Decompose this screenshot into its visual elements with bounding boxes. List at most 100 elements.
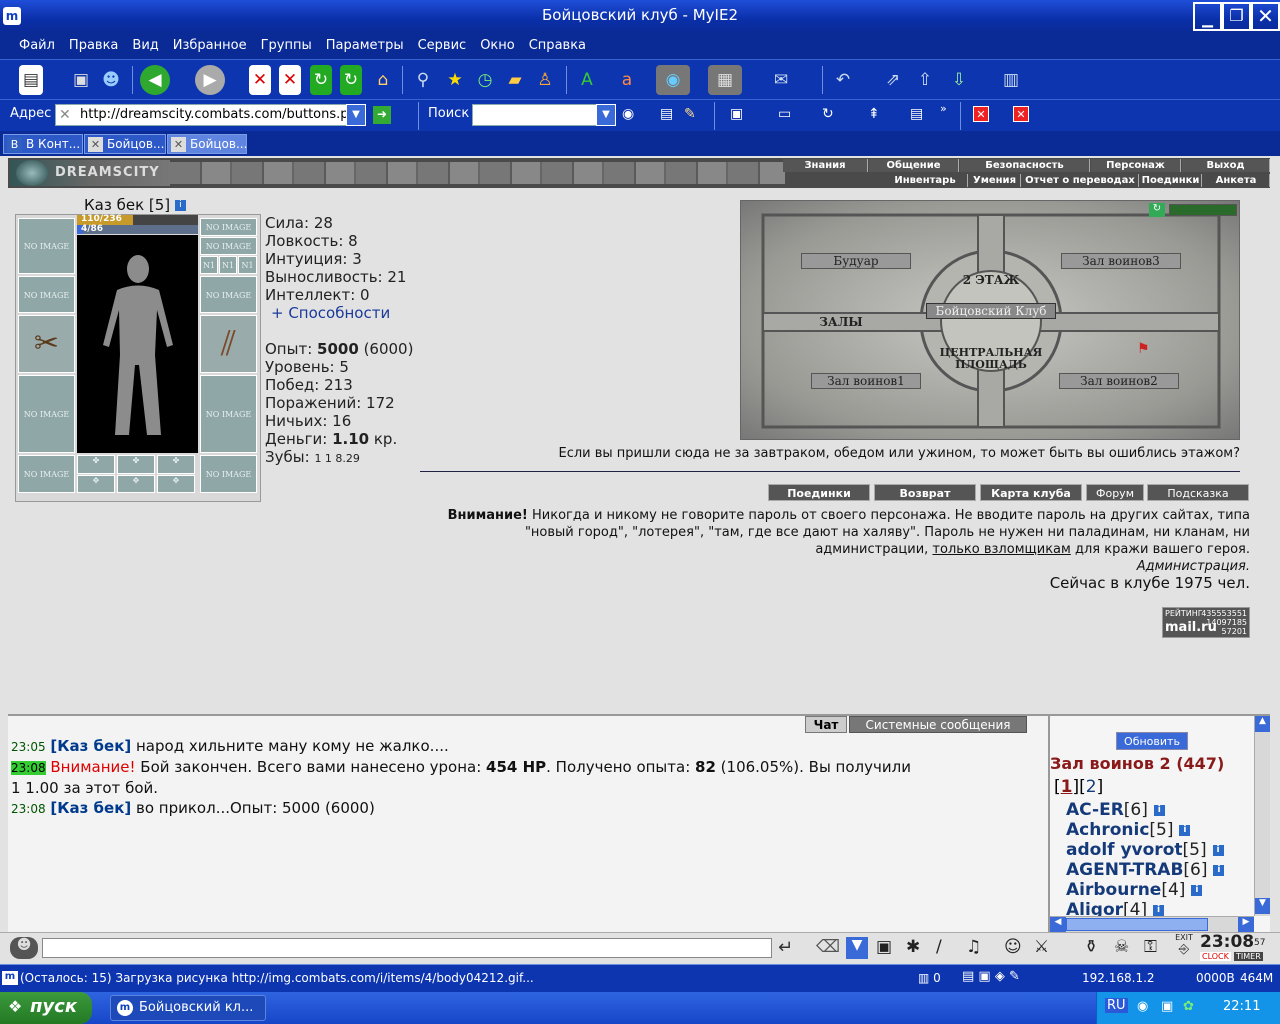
pants-slot[interactable]: NO IMAGE (200, 375, 257, 453)
clear-icon[interactable]: ⌫ (816, 937, 840, 957)
tray-flower-icon[interactable]: ✿ (1183, 999, 1194, 1014)
hp-potion-icon[interactable]: ⚱ (1084, 937, 1098, 957)
small-slot-1[interactable]: N1 (200, 256, 218, 274)
room-fight-club[interactable]: Бойцовский Клуб (926, 303, 1056, 319)
info-icon[interactable]: i (1179, 824, 1191, 836)
info-icon[interactable]: i (1213, 864, 1225, 876)
return-button[interactable]: Возврат (874, 484, 976, 501)
club-map-button[interactable]: Карта клуба (980, 484, 1082, 501)
rune-slot-1[interactable]: ✥ (77, 475, 115, 493)
close-all-icon[interactable]: ✕ (1013, 106, 1029, 122)
home-icon[interactable]: ⌂ (368, 65, 398, 95)
info-icon[interactable]: i (1212, 844, 1224, 856)
nav-transfers[interactable]: Отчет о переводах (1022, 174, 1139, 187)
menu-options[interactable]: Параметры (319, 33, 411, 53)
go-icon[interactable]: ➜ (373, 106, 391, 124)
room-boudoir[interactable]: Будуар (801, 253, 911, 269)
encoding-icon[interactable]: a (612, 65, 642, 95)
duels-button[interactable]: Поединки (768, 484, 870, 501)
earrings-slot[interactable]: NO IMAGE (200, 218, 257, 236)
scroll-right-icon[interactable]: ▶ (1238, 917, 1254, 932)
highlight-icon[interactable]: ▤ (660, 106, 673, 122)
ring-slot-1[interactable]: ✤ (77, 455, 115, 474)
proxy-icon[interactable]: ▦ (708, 65, 742, 95)
small-slot-2[interactable]: N1 (219, 256, 237, 274)
shield-slot[interactable]: ⫽ (200, 315, 257, 373)
user-item[interactable]: Airbourne[4] i (1066, 880, 1203, 900)
action-icon[interactable]: ✱ (906, 937, 920, 957)
menu-favorites[interactable]: Избранное (166, 33, 254, 53)
nav-communication[interactable]: Общение (869, 159, 959, 172)
send-icon[interactable]: ↵ (778, 937, 793, 958)
character-figure[interactable] (77, 235, 198, 453)
scroll-top-icon[interactable]: ⇞ (868, 106, 880, 122)
small-slot-3[interactable]: N1 (238, 256, 257, 274)
status-tools[interactable]: ▤ ▣ ◈ ✎ (962, 969, 1020, 984)
pen-icon[interactable]: ✎ (684, 106, 696, 122)
weapon-slot[interactable]: ✂ (18, 315, 75, 373)
refresh-all-icon[interactable]: ↻ (340, 65, 362, 95)
hint-button[interactable]: Подсказка (1147, 484, 1249, 501)
font-icon[interactable]: A (572, 65, 602, 95)
address-input[interactable]: ✕ http://dreamscity.combats.com/buttons.… (55, 104, 365, 126)
nav-character[interactable]: Персонаж (1091, 159, 1181, 172)
refresh-button[interactable]: Обновить (1116, 732, 1188, 750)
room-central-square[interactable]: ЦЕНТРАЛЬНАЯ ПЛОЩАДЬ (936, 347, 1046, 371)
taskbar-item-browser[interactable]: m Бойцовский кл... (110, 995, 266, 1021)
favorites-star-icon[interactable]: ★ (440, 65, 470, 95)
nav-security[interactable]: Безопасность (960, 159, 1090, 172)
user-item[interactable]: Achronic[5] i (1066, 820, 1191, 840)
necklace-slot[interactable]: NO IMAGE (18, 276, 75, 313)
mailru-counter[interactable]: РЕЙТИНГ mail.ru 435553551 14097185 57201 (1162, 607, 1250, 638)
undo-icon[interactable]: ↶ (828, 65, 858, 95)
start-button[interactable]: ❖ пуск (0, 992, 92, 1024)
scroll-down-icon[interactable]: ▼ (1255, 898, 1270, 914)
user-item[interactable]: adolf yvorot[5] i (1066, 840, 1224, 860)
menu-help[interactable]: Справка (522, 33, 593, 53)
vertical-scrollbar[interactable]: ▲ ▼ (1254, 716, 1270, 916)
menu-view[interactable]: Вид (125, 33, 165, 53)
download-icon[interactable]: ⇩ (944, 65, 974, 95)
mail-icon[interactable]: ✉ (766, 65, 796, 95)
helmet-slot[interactable]: NO IMAGE (18, 218, 75, 274)
layout-icon[interactable]: ▥ (996, 65, 1026, 95)
info-icon[interactable]: i (1153, 804, 1165, 816)
scroll-thumb[interactable] (1066, 918, 1208, 931)
menu-groups[interactable]: Группы (254, 33, 319, 53)
rune-slot-2[interactable]: ✥ (117, 475, 155, 493)
globe-icon[interactable]: ◉ (656, 65, 690, 95)
scroll-up-icon[interactable]: ▲ (1255, 716, 1270, 732)
hackers-link[interactable]: только взломщикам (932, 542, 1070, 557)
nav-inventory[interactable]: Инвентарь (883, 174, 968, 187)
tab-combats-1[interactable]: ✕ Бойцов... (84, 134, 166, 154)
back-icon[interactable]: ◀ (140, 65, 170, 95)
maximize-button[interactable]: ❐ (1222, 2, 1251, 31)
info-icon[interactable]: i (174, 200, 186, 211)
clan-icon[interactable]: ⚔ (1034, 937, 1049, 957)
search-icon[interactable]: ⚲ (408, 65, 438, 95)
menu-window[interactable]: Окно (473, 33, 522, 53)
search-dropdown[interactable]: ▼ (596, 104, 616, 126)
address-dropdown[interactable]: ▼ (346, 104, 366, 126)
character-name[interactable]: Каз бек (84, 196, 144, 214)
save-chat-icon[interactable]: ▣ (876, 937, 892, 957)
language-indicator[interactable]: RU (1105, 998, 1128, 1013)
sound-icon[interactable]: ♫ (966, 937, 981, 957)
nav-duels[interactable]: Поединки (1140, 174, 1202, 187)
tray-app-icon[interactable]: ◉ (1137, 999, 1148, 1014)
mask-icon[interactable]: ☠ (1114, 937, 1129, 957)
person-icon[interactable]: ♙ (530, 65, 560, 95)
stop-all-icon[interactable]: ✕ (279, 65, 301, 95)
page-link-1[interactable]: 1 (1061, 777, 1073, 797)
smile-icon[interactable]: ☺ (1004, 937, 1022, 957)
page-setup-icon[interactable]: ▭ (778, 106, 791, 122)
chat-message-input[interactable] (42, 938, 772, 958)
info-icon[interactable]: i (1191, 884, 1203, 896)
minimize-button[interactable]: ▁ (1193, 2, 1222, 31)
upload-icon[interactable]: ⇧ (910, 65, 940, 95)
belt-slot[interactable]: NO IMAGE (18, 455, 75, 493)
rotate-icon[interactable]: ↻ (822, 106, 834, 122)
forward-icon[interactable]: ▶ (195, 65, 225, 95)
translit-icon[interactable]: / (936, 937, 942, 957)
users-icon[interactable]: ☻ (96, 65, 126, 95)
